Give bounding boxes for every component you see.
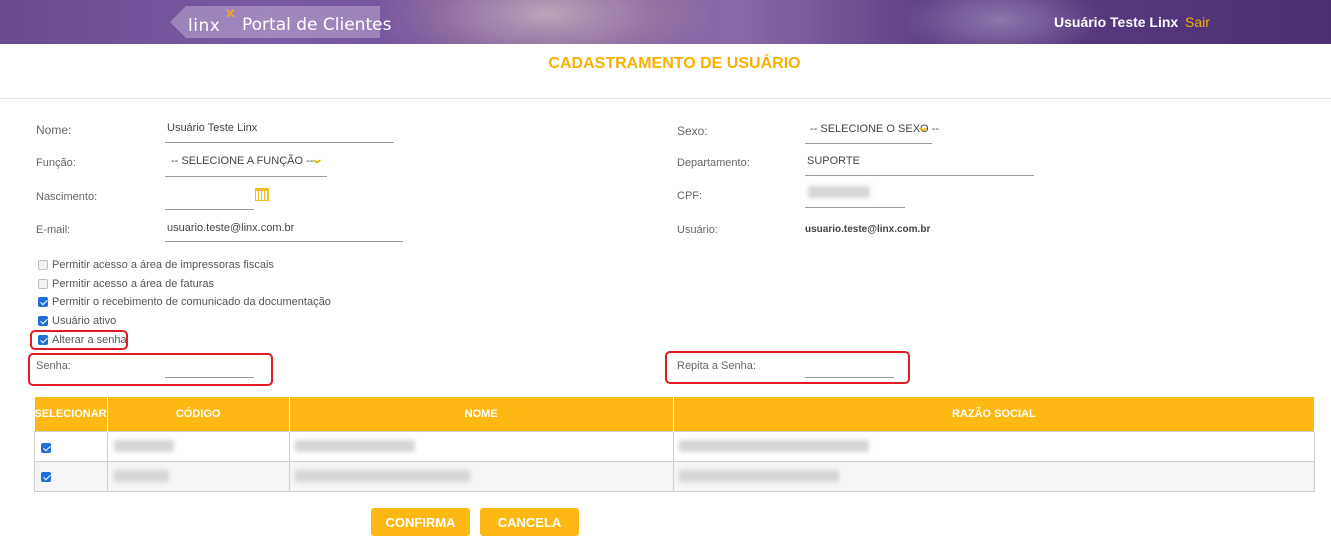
usuario-value: usuario.teste@linx.com.br <box>805 224 931 235</box>
nome-redacted <box>294 469 470 482</box>
codigo-redacted <box>113 469 169 482</box>
checkbox-comunicado-documentacao[interactable]: Permitir o recebimento de comunicado da … <box>38 296 331 308</box>
clients-table: SELECIONAR CÓDIGO NOME RAZÃO SOCIAL <box>34 397 1316 492</box>
checkbox-usuario-ativo[interactable]: Usuário ativo <box>38 315 116 327</box>
codigo-cell <box>106 460 290 492</box>
highlight-senha <box>28 353 273 386</box>
nome-label: Nome: <box>36 123 72 137</box>
cpf-value-redacted <box>808 186 870 198</box>
checkbox-faturas[interactable]: Permitir acesso a área de faturas <box>38 278 214 290</box>
usuario-label: Usuário: <box>677 224 718 236</box>
checkbox-label: Permitir acesso a área de faturas <box>52 278 215 290</box>
razao-social-cell <box>672 460 1316 492</box>
nome-cell <box>288 460 674 492</box>
cpf-label: CPF: <box>677 190 703 202</box>
checkbox-label: Permitir o recebimento de comunicado da … <box>52 296 331 308</box>
razao-social-cell <box>672 430 1316 462</box>
current-user-name: Usuário Teste Linx <box>1054 14 1179 30</box>
email-input[interactable]: usuario.teste@linx.com.br <box>167 222 294 234</box>
checkbox-label: Permitir acesso a área de impressoras fi… <box>52 259 274 271</box>
nascimento-label: Nascimento: <box>36 191 98 203</box>
nome-redacted <box>294 439 415 452</box>
table-row[interactable] <box>34 430 1316 462</box>
table-header-row: SELECIONAR CÓDIGO NOME RAZÃO SOCIAL <box>34 397 1316 431</box>
funcao-select[interactable]: -- SELECIONE A FUNÇÃO -- <box>171 155 313 167</box>
checkbox-box[interactable] <box>38 279 48 289</box>
checkbox-box[interactable] <box>38 297 48 307</box>
confirm-button[interactable]: CONFIRMA <box>371 508 470 536</box>
funcao-label: Função: <box>36 157 76 169</box>
highlight-repita-senha <box>665 351 910 384</box>
sexo-label: Sexo: <box>677 124 708 138</box>
funcao-underline <box>165 176 327 177</box>
header-banner: linx ✕ Portal de Clientes Usuário Teste … <box>0 0 1331 44</box>
checkbox-box[interactable] <box>38 260 48 270</box>
codigo-cell <box>106 430 290 462</box>
email-label: E-mail: <box>36 224 71 236</box>
calendar-icon[interactable] <box>255 188 269 201</box>
highlight-alterar-senha <box>30 330 128 350</box>
checkbox-impressoras-fiscais[interactable]: Permitir acesso a área de impressoras fi… <box>38 259 274 271</box>
cpf-underline <box>805 207 905 208</box>
codigo-redacted <box>113 439 174 452</box>
nome-underline <box>165 142 394 143</box>
logo-text: Portal de Clientes <box>242 15 392 35</box>
razao-social-redacted <box>678 469 839 482</box>
banner-photo <box>380 0 710 44</box>
chevron-down-icon[interactable]: ⌄ <box>310 152 324 166</box>
checkbox-box[interactable] <box>38 316 48 326</box>
select-cell[interactable] <box>34 430 108 462</box>
nascimento-underline <box>165 209 254 210</box>
logo-brand: linx <box>188 16 221 36</box>
departamento-label: Departamento: <box>677 157 750 169</box>
logo-mark-icon: ✕ <box>225 6 236 21</box>
title-divider <box>0 98 1331 99</box>
nome-input[interactable]: Usuário Teste Linx <box>167 122 257 134</box>
column-header-razao-social: RAZÃO SOCIAL <box>673 397 1316 431</box>
column-header-codigo: CÓDIGO <box>107 397 290 431</box>
email-underline <box>165 241 403 242</box>
departamento-underline <box>805 175 1034 176</box>
column-header-nome: NOME <box>289 397 674 431</box>
page-title: CADASTRAMENTO DE USUÁRIO <box>548 55 801 72</box>
column-header-selecionar: SELECIONAR <box>34 397 108 431</box>
sexo-underline <box>805 143 932 144</box>
cancel-button[interactable]: CANCELA <box>480 508 579 536</box>
nome-cell <box>288 430 674 462</box>
logout-link[interactable]: Sair <box>1185 14 1210 30</box>
row-select-checkbox[interactable] <box>41 442 51 453</box>
departamento-input[interactable]: SUPORTE <box>807 155 860 167</box>
row-select-checkbox[interactable] <box>41 471 51 482</box>
chevron-down-icon[interactable]: ⌄ <box>916 120 930 134</box>
razao-social-redacted <box>678 439 869 452</box>
select-cell[interactable] <box>34 460 108 492</box>
checkbox-label: Usuário ativo <box>52 315 117 327</box>
table-row[interactable] <box>34 460 1316 492</box>
